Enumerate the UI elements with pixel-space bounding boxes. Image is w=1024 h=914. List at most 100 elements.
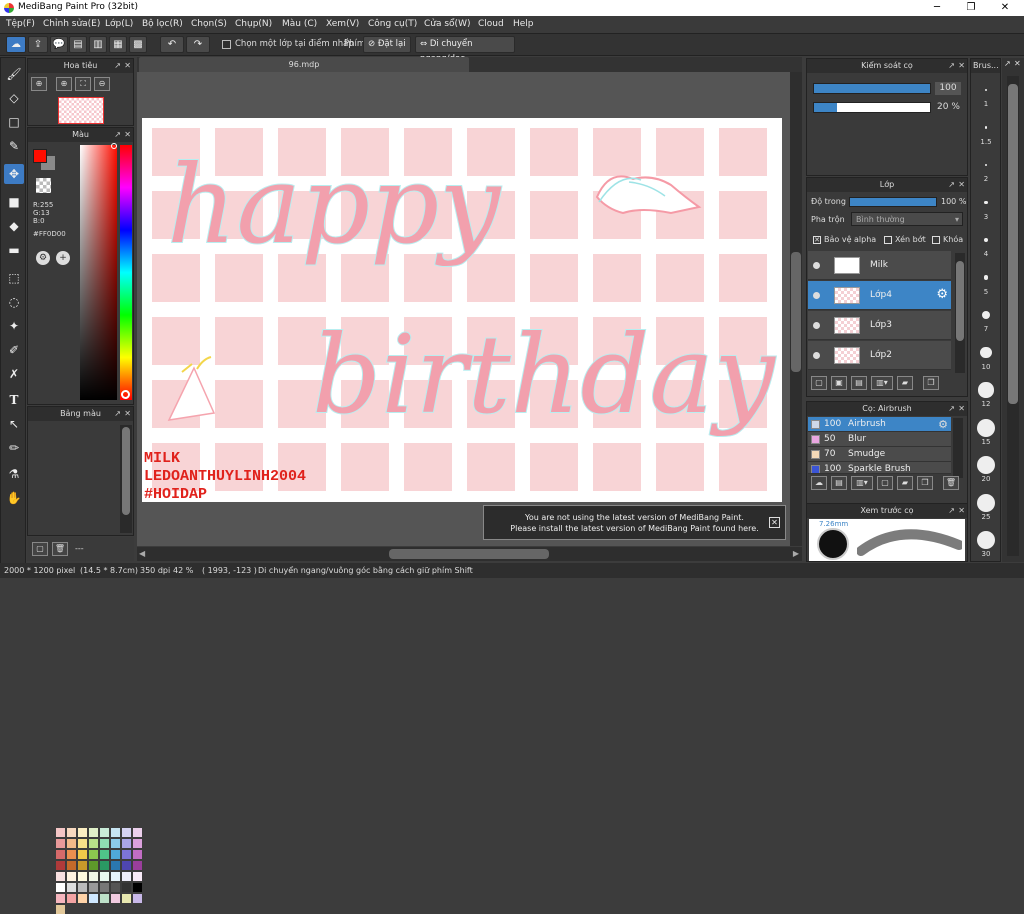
palette-swatch[interactable]: [122, 894, 131, 903]
layer-scrollbar[interactable]: [955, 253, 965, 373]
detach-icon[interactable]: ↗: [114, 407, 121, 421]
comment-icon[interactable]: 💬: [50, 36, 68, 53]
palette-swatch[interactable]: [78, 894, 87, 903]
detach-icon[interactable]: ↗: [114, 128, 121, 142]
palette-swatch[interactable]: [111, 872, 120, 881]
share-icon[interactable]: ⇪: [28, 36, 48, 53]
palette-swatch[interactable]: [78, 850, 87, 859]
close-panel-icon[interactable]: ✕: [958, 59, 965, 73]
hue-slider[interactable]: [120, 145, 132, 400]
close-window-button[interactable]: ✕: [988, 0, 1022, 16]
lasso-tool-icon[interactable]: ◌: [4, 292, 24, 312]
brush-size-dot[interactable]: [983, 275, 989, 280]
palette-swatch[interactable]: [67, 828, 76, 837]
palette-swatch[interactable]: [89, 894, 98, 903]
blend-mode-select[interactable]: Bình thường ▾: [851, 212, 963, 226]
palette-swatch[interactable]: [100, 839, 109, 848]
menu-color[interactable]: Màu (C): [282, 19, 317, 29]
zoom-out-icon[interactable]: ⊖: [94, 77, 110, 91]
palette-swatch[interactable]: [111, 839, 120, 848]
vertical-scroll-thumb[interactable]: [791, 252, 801, 372]
menu-snap[interactable]: Chụp(N): [235, 19, 272, 29]
rectangle-tool-icon[interactable]: □: [4, 112, 24, 132]
operation-tool-icon[interactable]: ↖: [4, 414, 24, 434]
brush-row[interactable]: 50 Blur: [808, 432, 951, 447]
brush-add-menu-icon[interactable]: ▥▾: [851, 476, 873, 490]
palette-swatch[interactable]: [78, 861, 87, 870]
palette-swatch[interactable]: [100, 828, 109, 837]
palette-swatch[interactable]: [89, 839, 98, 848]
visibility-eye-icon[interactable]: [813, 352, 820, 359]
layer-folder-icon[interactable]: ▰: [897, 376, 913, 390]
reset-button[interactable]: ⊘ Đặt lại: [363, 36, 411, 53]
layer-scroll-thumb[interactable]: [956, 261, 964, 341]
detach-icon[interactable]: ↗: [948, 178, 955, 192]
detach-icon[interactable]: ↗: [114, 59, 121, 73]
palette-scrollbar[interactable]: [120, 425, 132, 533]
close-panel-icon[interactable]: ✕: [124, 128, 131, 142]
palette-swatch[interactable]: [122, 872, 131, 881]
palette-swatch[interactable]: [67, 883, 76, 892]
palette-swatch[interactable]: [89, 861, 98, 870]
palette-swatch[interactable]: [100, 872, 109, 881]
layer-row-milk[interactable]: Milk: [808, 251, 951, 280]
palette-swatch[interactable]: [56, 894, 65, 903]
saturation-value-picker[interactable]: [80, 145, 117, 400]
gradient-tool-icon[interactable]: ▬: [4, 240, 24, 260]
palette-swatch[interactable]: [89, 850, 98, 859]
layer-row-lop2[interactable]: Lớp2: [808, 341, 951, 370]
brush-size-scroll-thumb[interactable]: [1008, 84, 1018, 404]
new-layer-icon[interactable]: ▢: [811, 376, 827, 390]
blur-tool-icon[interactable]: ✏: [4, 438, 24, 458]
palette-swatch[interactable]: [133, 872, 142, 881]
horizontal-scrollbar[interactable]: ◀ ▶: [137, 547, 802, 561]
brush-size-dot[interactable]: [978, 382, 994, 398]
palette-swatch[interactable]: [122, 861, 131, 870]
palette-swatch[interactable]: [78, 883, 87, 892]
brush-size-scrollbar[interactable]: [1007, 76, 1019, 556]
redo-icon[interactable]: ↷: [186, 36, 210, 53]
lock-checkbox[interactable]: [932, 236, 940, 244]
menu-help[interactable]: Help: [513, 19, 534, 29]
palette-swatch[interactable]: [56, 905, 65, 914]
brush-row[interactable]: 100 Sparkle Brush: [808, 462, 951, 474]
text-tool-icon[interactable]: T: [4, 390, 24, 410]
palette-swatch[interactable]: [133, 861, 142, 870]
brush-size-value[interactable]: 100: [935, 82, 961, 95]
cloud-brush-icon[interactable]: ☁: [811, 476, 827, 490]
horizontal-scroll-thumb[interactable]: [389, 549, 549, 559]
update-notification[interactable]: You are not using the latest version of …: [483, 505, 786, 540]
clip-checkbox[interactable]: [884, 236, 892, 244]
detach-icon[interactable]: ↗: [948, 402, 955, 416]
palette-swatch[interactable]: [111, 883, 120, 892]
cloud-icon[interactable]: ☁: [6, 36, 26, 53]
palette-swatch[interactable]: [111, 828, 120, 837]
brush-size-dot[interactable]: [977, 456, 995, 474]
palette-swatch[interactable]: [56, 861, 65, 870]
palette-swatch[interactable]: [78, 839, 87, 848]
brush-file-icon[interactable]: ▢: [877, 476, 893, 490]
palette-swatch[interactable]: [56, 872, 65, 881]
palette-swatch[interactable]: [133, 894, 142, 903]
palette-swatch[interactable]: [111, 861, 120, 870]
fit-icon[interactable]: ⛶: [75, 77, 91, 91]
visibility-eye-icon[interactable]: [813, 322, 820, 329]
palette-swatch[interactable]: [56, 850, 65, 859]
palette-swatch[interactable]: [111, 850, 120, 859]
palette-swatch[interactable]: [89, 883, 98, 892]
brush-tool-icon[interactable]: 🖌: [4, 64, 24, 84]
close-panel-icon[interactable]: ✕: [958, 402, 965, 416]
palette-swatch[interactable]: [122, 839, 131, 848]
menu-layer[interactable]: Lớp(L): [105, 19, 133, 29]
visibility-eye-icon[interactable]: [813, 262, 820, 269]
palette-swatch[interactable]: [122, 828, 131, 837]
new-palette-icon[interactable]: ▢: [32, 542, 48, 556]
palette-swatch[interactable]: [122, 850, 131, 859]
palette-swatch[interactable]: [67, 894, 76, 903]
palette-swatch[interactable]: [133, 828, 142, 837]
eyedropper-tool-icon[interactable]: ⚗: [4, 464, 24, 484]
brush-scrollbar[interactable]: [953, 418, 963, 478]
palette-swatch[interactable]: [67, 839, 76, 848]
detach-icon[interactable]: ↗: [948, 504, 955, 518]
palette-swatch[interactable]: [100, 861, 109, 870]
